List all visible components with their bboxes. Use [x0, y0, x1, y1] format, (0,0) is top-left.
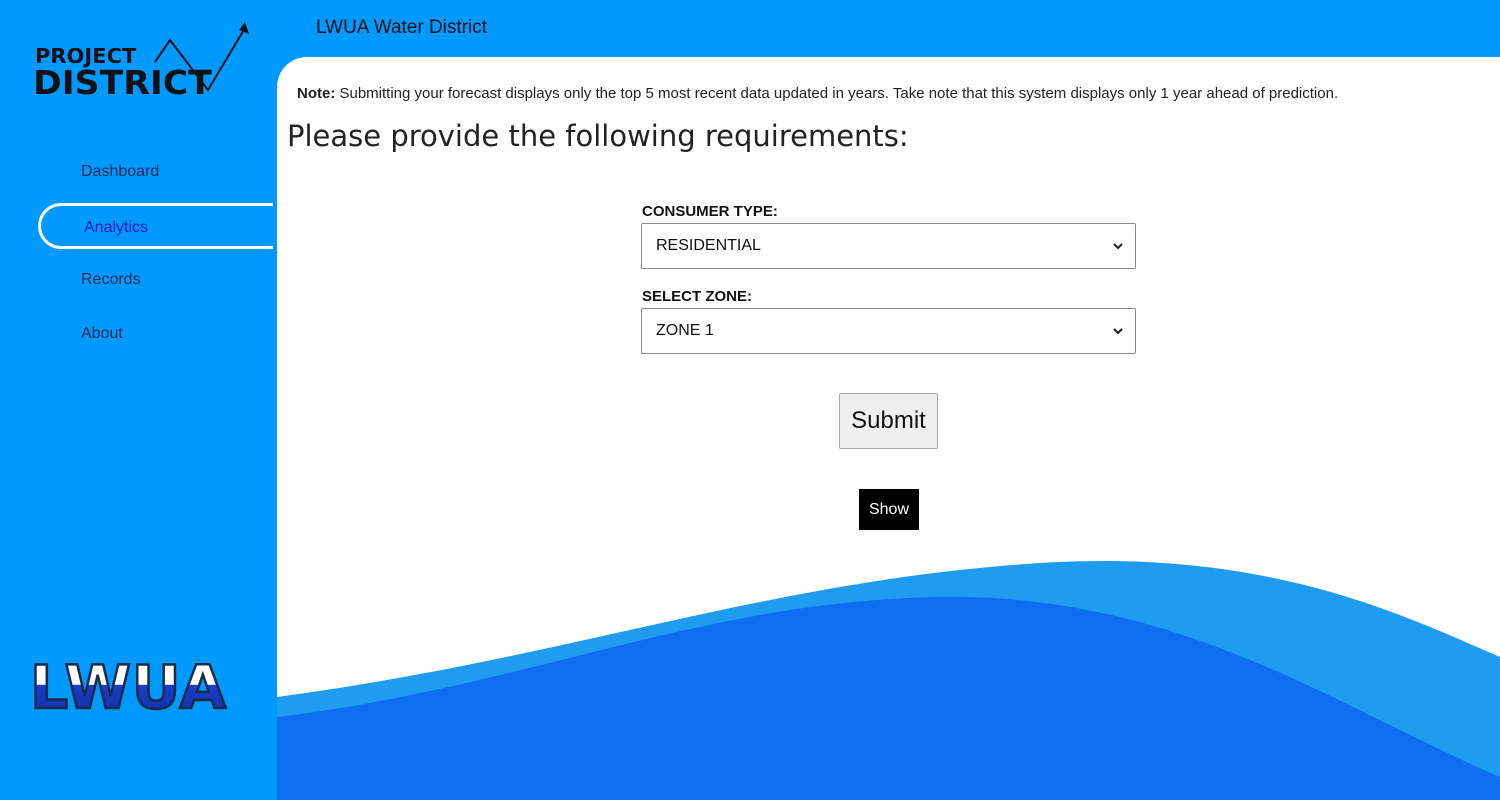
consumer-type-value: RESIDENTIAL: [656, 237, 761, 254]
sidebar: PROJECT DISTRICT Dashboard Analytics Rec…: [0, 0, 277, 800]
project-district-logo: PROJECT DISTRICT: [30, 18, 255, 102]
consumer-type-label: CONSUMER TYPE:: [642, 203, 778, 220]
consumer-type-select[interactable]: RESIDENTIAL: [641, 223, 1136, 269]
note-label: Note:: [297, 85, 336, 102]
sidebar-item-dashboard[interactable]: Dashboard: [0, 145, 277, 199]
main-panel: Note: Submitting your forecast displays …: [277, 57, 1500, 800]
note-text: Submitting your forecast displays only t…: [335, 85, 1339, 102]
submit-button[interactable]: Submit: [839, 393, 938, 449]
sidebar-nav: Dashboard Analytics Records About: [0, 145, 277, 361]
logo-district-text: DISTRICT: [33, 63, 212, 102]
zone-select[interactable]: ZONE 1: [641, 308, 1136, 354]
sidebar-item-about[interactable]: About: [0, 307, 277, 361]
page-header-title: LWUA Water District: [316, 17, 488, 38]
chevron-down-icon: [1113, 243, 1123, 250]
zone-label: SELECT ZONE:: [642, 288, 753, 305]
sidebar-item-records[interactable]: Records: [0, 253, 277, 307]
show-button[interactable]: Show: [859, 489, 919, 530]
lwua-logo: LWUA: [28, 648, 228, 725]
app-window: PROJECT DISTRICT Dashboard Analytics Rec…: [0, 0, 1500, 800]
page-title: Please provide the following requirement…: [287, 119, 909, 153]
chevron-down-icon: [1113, 328, 1123, 335]
sidebar-item-analytics[interactable]: Analytics: [38, 203, 273, 249]
svg-text:LWUA: LWUA: [30, 653, 227, 718]
forecast-note: Note: Submitting your forecast displays …: [297, 85, 1338, 102]
zone-value: ZONE 1: [656, 322, 714, 339]
